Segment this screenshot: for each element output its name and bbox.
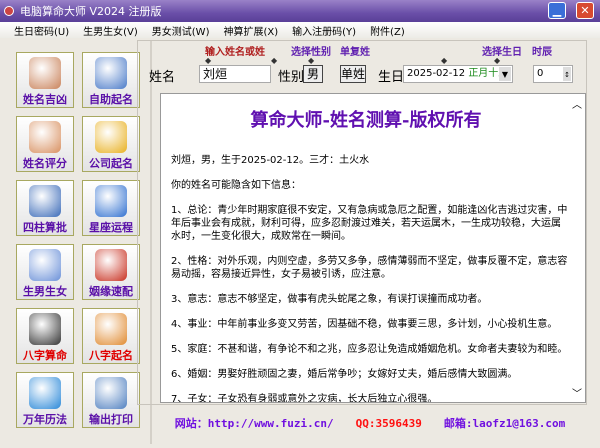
surname-type-button[interactable]: 单姓 [340,65,366,83]
chevron-down-icon[interactable]: ▼ [499,67,511,81]
result-text-area[interactable]: 算命大师-姓名测算-版权所有 刘烜，男，生于2025-02-12。三才：土火水你… [160,93,586,403]
menu-birthday-code[interactable]: 生日密码(U) [14,23,69,38]
sidebar-button-3[interactable]: 公司起名 [82,116,140,172]
birth-date: 2025-02-12 [407,68,466,79]
arrow-icon: ◆ [441,56,448,65]
menu-gender-test[interactable]: 男女测试(W) [152,23,210,38]
app-icon [4,6,14,16]
sidebar: 姓名吉凶 自助起名姓名评分 公司起名四柱算批 星座运程生男生女 姻缘速配八字算命 八字起名… [0,40,152,444]
result-paragraph: 你的姓名可能隐含如下信息： [171,180,301,191]
sidebar-button-5[interactable]: 星座运程 [82,180,140,236]
sidebar-button-label: 生男生女 [23,285,67,298]
menu-extensions[interactable]: 神算扩展(X) [223,23,278,38]
sidebar-button-label: 姻缘速配 [89,285,133,298]
sidebar-button-1[interactable]: 自助起名 [82,52,140,108]
feature-icon [95,57,127,89]
sidebar-button-11[interactable]: 输出打印 [82,372,140,428]
arrow-icon: ◆ [205,56,212,65]
feature-icon [95,185,127,217]
hint-hour: 时辰 [532,47,552,58]
menu-bar: 生日密码(U) 生男生女(V) 男女测试(W) 神算扩展(X) 输入注册码(Y)… [0,22,600,38]
result-paragraph: 7、子女：子女恐有身弱或意外之灾病，长大后独立心很强。 [171,394,438,403]
hint-surname: 单复姓 [340,47,370,58]
title-bar: 电脑算命大师 V2024 注册版 ▁ ✕ [0,0,600,22]
main-panel: 输入姓名或姓 选择性别 单复姓 选择生日 时辰 ◆ ◆ ◆ ◆ ◆ 姓名 刘烜 … [137,40,587,405]
sidebar-button-4[interactable]: 四柱算批 [16,180,74,236]
feature-icon [95,249,127,281]
hour-value: 0 [537,68,544,79]
scrollbar[interactable]: ︿ ﹀ [571,96,583,400]
scroll-up-icon[interactable]: ︿ [571,96,583,111]
feature-icon [29,313,61,345]
sidebar-button-9[interactable]: 八字起名 [82,308,140,364]
sidebar-button-8[interactable]: 八字算命 [16,308,74,364]
menu-attachments[interactable]: 附件(Z) [370,23,405,38]
sidebar-button-label: 公司起名 [89,157,133,170]
qq-number: QQ:3596439 [355,416,422,430]
result-paragraph: 1、总论：青少年时期家庭很不安定，又有急病或急厄之配置，如能逢凶化吉逃过灾害，中… [171,205,568,242]
window-title: 电脑算命大师 V2024 注册版 [20,5,162,18]
feature-icon [29,121,61,153]
hint-name: 输入姓名或姓 [205,47,265,58]
arrow-icon: ◆ [271,56,278,65]
sidebar-button-label: 姓名评分 [23,157,67,170]
hint-birth: 选择生日 [482,47,522,58]
sidebar-button-6[interactable]: 生男生女 [16,244,74,300]
menu-register[interactable]: 输入注册码(Y) [292,23,356,38]
feature-icon [29,57,61,89]
sidebar-button-label: 四柱算批 [23,221,67,234]
birth-date-select[interactable]: 2025-02-12 正月十五 ▼ [403,65,513,83]
sidebar-button-label: 自助起名 [89,93,133,106]
sidebar-button-label: 输出打印 [89,413,133,426]
result-paragraph: 2、性格：对外乐观，内则空虚，多劳又多争，感情薄弱而不坚定，做事反覆不定，意志容… [171,256,568,280]
name-input[interactable]: 刘烜 [199,65,271,83]
sidebar-button-7[interactable]: 姻缘速配 [82,244,140,300]
feature-icon [95,377,127,409]
sidebar-button-10[interactable]: 万年历法 [16,372,74,428]
feature-icon [95,313,127,345]
website-link[interactable]: 网站：http://www.fuzi.cn/ [175,415,334,431]
result-paragraph: 刘烜，男，生于2025-02-12。三才：土火水 [171,155,370,166]
result-title: 算命大师-姓名测算-版权所有 [250,110,482,131]
minimize-button[interactable]: ▁ [548,2,566,19]
result-paragraph: 6、婚姻：男娶好胜顽固之妻，婚后常争吵；女嫁好丈夫，婚后感情大致圆满。 [171,369,518,380]
sidebar-button-label: 万年历法 [23,413,67,426]
feature-icon [95,121,127,153]
result-paragraph: 5、家庭：不甚和谐，有争论不和之兆，应多忍让免造成婚姻危机。女命者夫妻较为和睦。 [171,344,568,355]
sidebar-button-label: 姓名吉凶 [23,93,67,106]
sidebar-button-label: 八字起名 [89,349,133,362]
menu-boy-girl[interactable]: 生男生女(V) [83,23,138,38]
gender-label: 性别 [278,70,305,85]
sidebar-button-label: 八字算命 [23,349,67,362]
arrow-icon: ◆ [494,56,501,65]
footer: 网站：http://www.fuzi.cn/ QQ:3596439 邮箱:lao… [160,414,580,432]
result-paragraph: 4、事业：中年前事业多变又劳苦，因基础不稳，做事要三思，多计划，小心投机生意。 [171,319,558,330]
result-paragraph: 3、意志：意志不够坚定，做事有虎头蛇尾之象，有误打误撞而成功者。 [171,294,488,305]
gender-button[interactable]: 男 [303,65,323,83]
arrow-icon: ◆ [308,56,315,65]
sidebar-button-label: 星座运程 [89,221,133,234]
hour-stepper[interactable]: 0 ↕ [533,65,573,83]
feature-icon [29,185,61,217]
spinner-icon[interactable]: ↕ [563,67,571,81]
scroll-down-icon[interactable]: ﹀ [571,385,583,400]
sidebar-button-2[interactable]: 姓名评分 [16,116,74,172]
birth-label: 生日 [378,70,405,85]
close-button[interactable]: ✕ [576,2,594,19]
sidebar-button-0[interactable]: 姓名吉凶 [16,52,74,108]
feature-icon [29,377,61,409]
email-link[interactable]: 邮箱:laofz1@163.com [444,415,565,431]
name-label: 姓名 [149,70,176,85]
feature-icon [29,249,61,281]
